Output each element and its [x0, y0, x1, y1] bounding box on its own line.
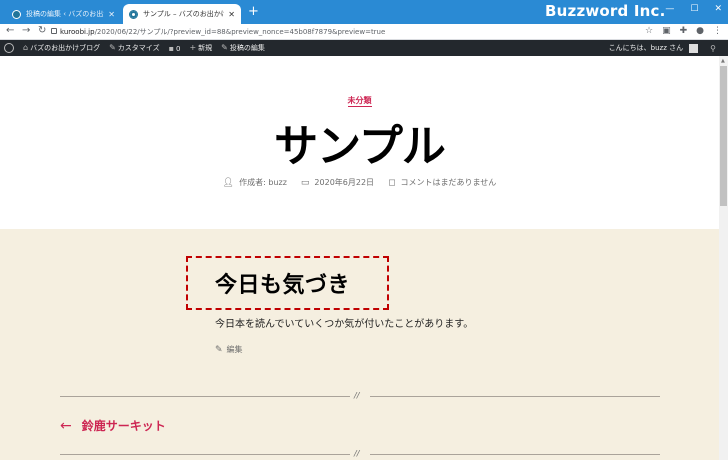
- category-link[interactable]: 未分類: [347, 96, 372, 107]
- wp-admin-bar: ⌂ バズのお出かけブログ ✎ カスタマイズ ▪ 0 + 新規 ✎ 投稿の編集 こんにちは、…: [0, 40, 728, 56]
- close-icon[interactable]: ✕: [228, 10, 235, 19]
- post-date-link[interactable]: 2020年6月22日: [314, 177, 374, 188]
- edit-link[interactable]: ✎ 編集: [215, 344, 243, 355]
- admin-new-label: 新規: [198, 44, 213, 52]
- menu-dots-icon[interactable]: ⋮: [713, 26, 722, 36]
- separator-line: [60, 396, 350, 397]
- post-author: 👤︎ 作成者: buzz: [223, 177, 287, 188]
- edit-label: 編集: [226, 345, 243, 354]
- post-author-link[interactable]: 作成者: buzz: [239, 177, 287, 188]
- url-path: /2020/06/22/サンプル/?preview_id=88&preview_…: [94, 28, 386, 36]
- home-icon: ⌂: [23, 43, 29, 52]
- previous-post-title: 鈴鹿サーキット: [81, 419, 166, 433]
- admin-site-name-label: バズのお出かけブログ: [30, 44, 101, 52]
- profile-icon[interactable]: ●: [696, 26, 704, 36]
- forward-icon[interactable]: →: [22, 25, 30, 36]
- close-window-icon[interactable]: ✕: [714, 4, 722, 14]
- address-bar-icons: ☆ ▣ ✚ ● ⋮: [645, 26, 722, 36]
- admin-comments-count: 0: [176, 44, 181, 53]
- content-paragraph: 今日本を読んでいていくつか気が付いたことがあります。: [215, 319, 474, 330]
- minimize-icon[interactable]: —: [665, 4, 674, 14]
- comment-icon: ▪: [168, 43, 174, 53]
- brand-watermark: Buzzword Inc.: [545, 2, 666, 20]
- separator-line: [60, 454, 350, 455]
- search-icon[interactable]: ⚲: [710, 44, 716, 53]
- url-field[interactable]: kuroobi.jp/2020/06/22/サンプル/?preview_id=8…: [60, 27, 385, 37]
- admin-greeting[interactable]: こんにちは、buzz さん: [609, 43, 683, 53]
- tab-sample-preview[interactable]: サンプル – バズのお出かけブログ ✕: [123, 4, 241, 24]
- post-content: 今日も気づき 今日本を読んでいていくつか気が付いたことがあります。 ✎ 編集 /…: [0, 229, 719, 460]
- pencil-icon: ✎: [221, 43, 228, 52]
- arrow-left-icon: ←: [60, 417, 72, 434]
- tab-edit-post[interactable]: 投稿の編集 ‹ バズのお出かけブログ — ✕: [6, 4, 121, 24]
- admin-edit-post[interactable]: ✎ 投稿の編集: [221, 43, 265, 53]
- person-icon: 👤︎: [222, 177, 235, 188]
- maximize-icon[interactable]: ☐: [690, 4, 698, 14]
- scroll-thumb[interactable]: [720, 66, 727, 206]
- tab-label: サンプル – バズのお出かけブログ: [143, 10, 225, 18]
- puzzle-icon[interactable]: ✚: [680, 26, 688, 36]
- extension-icon[interactable]: ▣: [662, 26, 671, 36]
- browser-titlebar: 投稿の編集 ‹ バズのお出かけブログ — ✕ サンプル – バズのお出かけブログ…: [0, 0, 728, 24]
- scroll-up-icon[interactable]: ▲: [721, 58, 725, 64]
- admin-new[interactable]: + 新規: [189, 43, 212, 53]
- admin-customize-label: カスタマイズ: [117, 44, 160, 52]
- post-category: 未分類: [0, 88, 719, 107]
- wordpress-logo-icon[interactable]: [4, 43, 14, 53]
- edit-icon: ✎: [215, 344, 223, 355]
- admin-customize[interactable]: ✎ カスタマイズ: [109, 43, 160, 53]
- post-date: ▭ 2020年6月22日: [301, 177, 374, 188]
- separator-mark: //: [354, 391, 360, 400]
- avatar[interactable]: [689, 43, 699, 53]
- lock-icon[interactable]: [51, 28, 57, 34]
- comment-bubble-icon: ◻: [388, 177, 396, 188]
- post-meta: 👤︎ 作成者: buzz ▭ 2020年6月22日 ◻ コメントはまだありません: [0, 177, 719, 188]
- page-scrollbar[interactable]: ▲: [719, 56, 728, 460]
- admin-comments[interactable]: ▪ 0: [169, 44, 181, 53]
- address-bar: ← → ↻ kuroobi.jp/2020/06/22/サンプル/?previe…: [0, 24, 728, 40]
- separator: //: [60, 449, 660, 459]
- wordpress-favicon-icon: [129, 9, 138, 19]
- new-tab-button[interactable]: +: [248, 5, 259, 19]
- post-comments-link[interactable]: コメントはまだありません: [401, 177, 497, 188]
- url-host: kuroobi.jp: [60, 28, 95, 36]
- page-title: サンプル: [274, 121, 446, 172]
- post-header: 未分類 サンプル 👤︎ 作成者: buzz ▭ 2020年6月22日 ◻ コメン…: [0, 56, 719, 229]
- window-controls: — ☐ ✕: [665, 4, 722, 14]
- separator-line: [370, 396, 660, 397]
- admin-edit-post-label: 投稿の編集: [229, 44, 265, 52]
- brush-icon: ✎: [109, 43, 116, 52]
- previous-post-link[interactable]: ← 鈴鹿サーキット: [60, 417, 166, 434]
- separator: //: [60, 391, 660, 401]
- admin-site-name[interactable]: ⌂ バズのお出かけブログ: [23, 43, 100, 53]
- close-icon[interactable]: ✕: [108, 10, 115, 19]
- wordpress-favicon-icon: [12, 9, 21, 19]
- plus-icon: +: [189, 43, 197, 52]
- content-heading: 今日も気づき: [215, 273, 351, 298]
- back-icon[interactable]: ←: [6, 25, 14, 36]
- reload-icon[interactable]: ↻: [38, 25, 46, 36]
- post-comments: ◻ コメントはまだありません: [388, 177, 496, 188]
- tab-label: 投稿の編集 ‹ バズのお出かけブログ —: [26, 10, 104, 18]
- separator-line: [370, 454, 660, 455]
- calendar-icon: ▭: [300, 177, 310, 188]
- bookmark-star-icon[interactable]: ☆: [645, 26, 653, 36]
- separator-mark: //: [354, 449, 360, 458]
